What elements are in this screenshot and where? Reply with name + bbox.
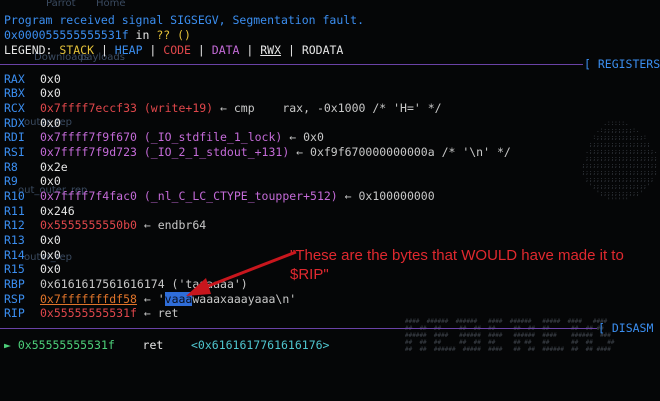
terminal-window[interactable]: Parrot Home Downloads payloads outer_rep…: [0, 0, 660, 401]
annotation-arrow: [186, 250, 297, 296]
